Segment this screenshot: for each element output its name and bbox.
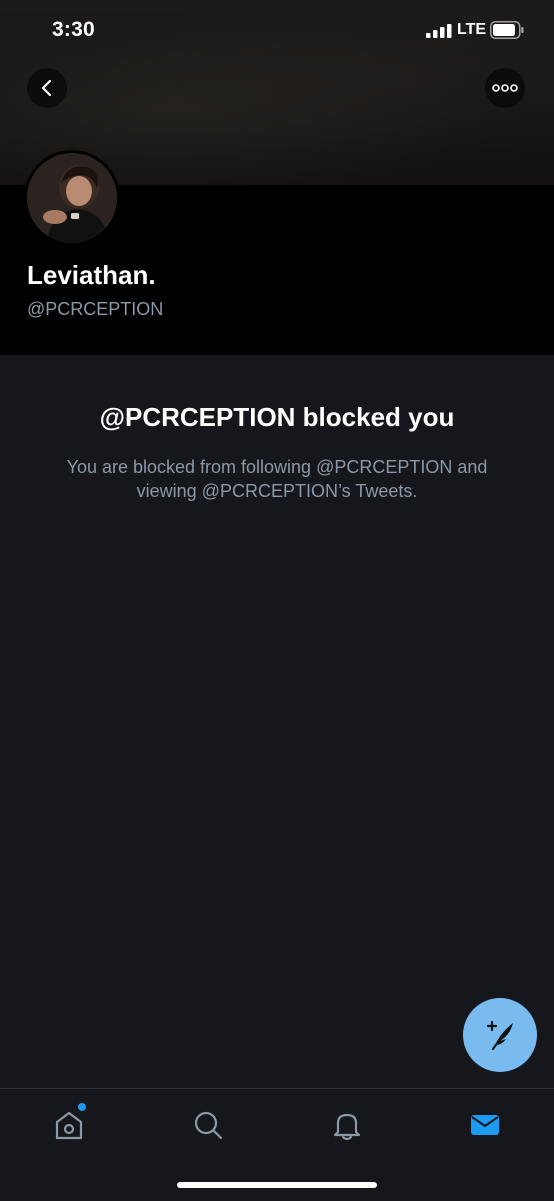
status-bar: 3:30 LTE: [0, 0, 554, 60]
blocked-description: You are blocked from following @PCRCEPTI…: [66, 457, 488, 501]
display-name: Leviathan.: [27, 260, 156, 290]
tab-search[interactable]: [188, 1105, 228, 1145]
compose-tweet-button[interactable]: [463, 998, 537, 1072]
bell-icon: [333, 1113, 361, 1141]
profile-photo: [27, 153, 117, 243]
battery-icon: [490, 21, 524, 39]
network-type: LTE: [457, 21, 487, 38]
status-time: 3:30: [52, 18, 95, 41]
home-indicator[interactable]: [177, 1182, 377, 1188]
more-horizontal-icon: [492, 84, 518, 92]
tab-notifications[interactable]: [327, 1105, 367, 1145]
tab-messages[interactable]: [465, 1105, 505, 1145]
compose-tweet-icon: [486, 1020, 513, 1050]
mail-icon: [471, 1115, 499, 1135]
search-icon: [194, 1111, 223, 1140]
user-handle: @PCRCEPTION: [27, 299, 164, 319]
back-button[interactable]: [27, 68, 67, 108]
blocked-title: @PCRCEPTION blocked you: [99, 402, 455, 432]
home-badge-dot: [78, 1103, 86, 1111]
more-options-button[interactable]: [485, 68, 525, 108]
home-icon: [55, 1111, 83, 1140]
tab-home[interactable]: [49, 1105, 89, 1145]
avatar[interactable]: [24, 150, 120, 246]
signal-icon: [426, 24, 452, 38]
chevron-left-icon: [41, 79, 52, 97]
